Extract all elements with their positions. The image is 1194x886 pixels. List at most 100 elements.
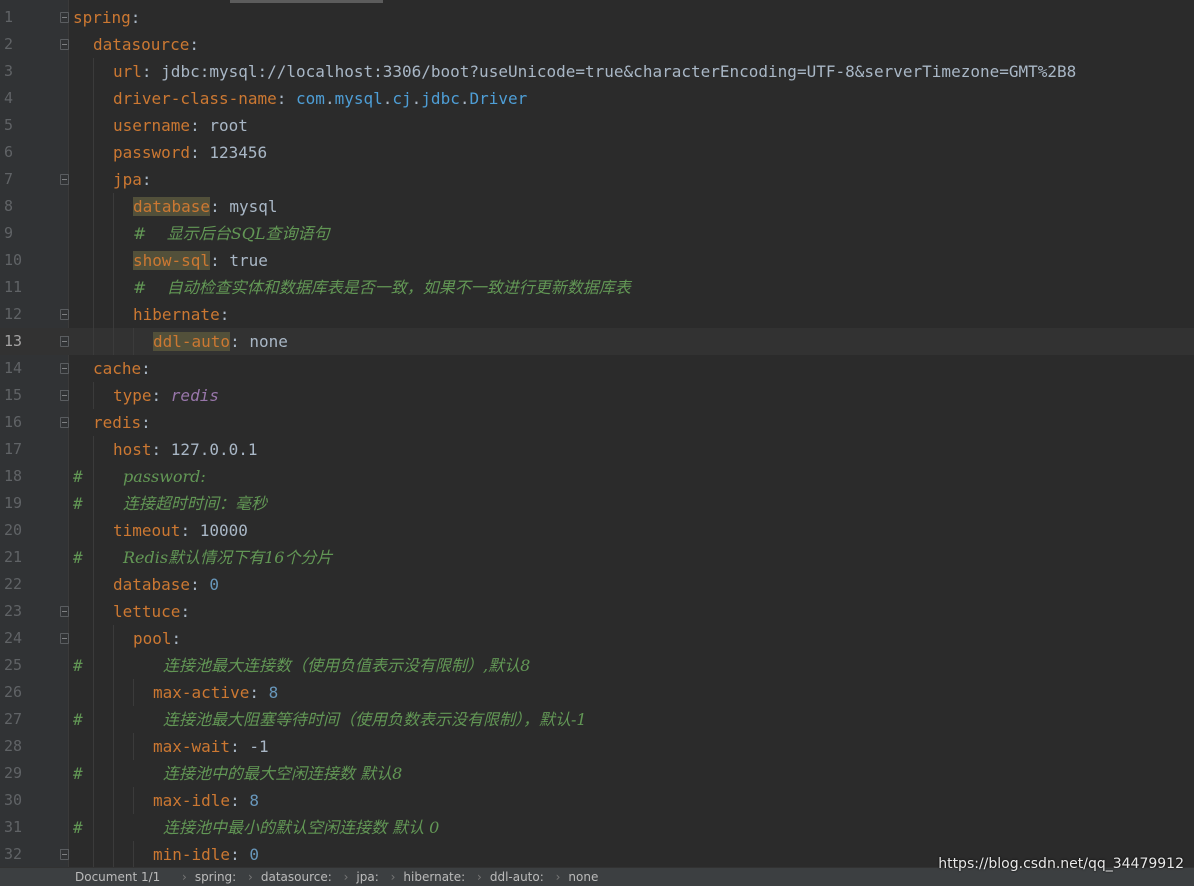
yaml-key: spring	[73, 8, 131, 27]
yaml-value: :	[180, 602, 191, 621]
breadcrumb-item[interactable]: none	[568, 870, 598, 884]
code-line[interactable]: 25 # 连接池最大连接数（使用负值表示没有限制）,默认8	[0, 652, 1194, 679]
horizontal-scroll-thumb[interactable]	[230, 0, 383, 3]
yaml-colon: :	[230, 845, 250, 864]
code-line[interactable]: 5 username: root	[0, 112, 1194, 139]
code-line-current[interactable]: 13 ddl-auto: none	[0, 328, 1194, 355]
line-number: 10	[4, 251, 23, 269]
code-line[interactable]: 6 password: 123456	[0, 139, 1194, 166]
indent-guide	[93, 544, 94, 571]
breadcrumb-item[interactable]: datasource:	[261, 870, 332, 884]
indent-guide	[133, 733, 134, 760]
indent-guide	[133, 328, 134, 355]
yaml-key: username	[113, 116, 191, 135]
line-number: 24	[4, 629, 23, 647]
line-number: 21	[4, 548, 23, 566]
code-line[interactable]: 15 type: redis	[0, 382, 1194, 409]
code-line[interactable]: 19 # 连接超时时间：毫秒	[0, 490, 1194, 517]
code-line[interactable]: 18 # password:	[0, 463, 1194, 490]
indent-guide	[113, 193, 114, 220]
yaml-value: :	[141, 359, 151, 378]
package-segment: mysql	[334, 89, 383, 108]
yaml-key: database	[113, 575, 191, 594]
code-line[interactable]: 12 hibernate:	[0, 301, 1194, 328]
package-dot: .	[411, 89, 422, 108]
code-line[interactable]: 1 spring:	[0, 4, 1194, 31]
fold-collapse-icon[interactable]	[60, 417, 69, 428]
code-line[interactable]: 3 url: jdbc:mysql://localhost:3306/boot?…	[0, 58, 1194, 85]
chevron-right-icon: ›	[390, 870, 396, 884]
comment-hash: #	[73, 710, 83, 729]
code-line[interactable]: 26 max-active: 8	[0, 679, 1194, 706]
yaml-editor[interactable]: 1 spring: 2 datasource: 3 url: jdbc:mysq…	[0, 0, 1194, 867]
code-line[interactable]: 14 cache:	[0, 355, 1194, 382]
code-line[interactable]: 2 datasource:	[0, 31, 1194, 58]
line-number: 18	[4, 467, 23, 485]
fold-collapse-icon[interactable]	[60, 39, 69, 50]
code-line[interactable]: 16 redis:	[0, 409, 1194, 436]
breadcrumb-item[interactable]: ddl-auto:	[490, 870, 544, 884]
code-line[interactable]: 27 # 连接池最大阻塞等待时间（使用负数表示没有限制），默认-1	[0, 706, 1194, 733]
code-line[interactable]: 24 pool:	[0, 625, 1194, 652]
indent-guide	[113, 274, 114, 301]
indent-guide	[93, 733, 94, 760]
fold-collapse-icon[interactable]	[60, 363, 69, 374]
indent-guide	[113, 652, 114, 679]
code-line[interactable]: 31 # 连接池中最小的默认空闲连接数 默认 0	[0, 814, 1194, 841]
fold-end-icon[interactable]	[60, 336, 69, 347]
code-line[interactable]: 21 # Redis默认情况下有16个分片	[0, 544, 1194, 571]
breadcrumb-item[interactable]: jpa:	[356, 870, 378, 884]
indent-guide	[113, 814, 114, 841]
code-line[interactable]: 9 # 显示后台SQL查询语句	[0, 220, 1194, 247]
code-line[interactable]: 30 max-idle: 8	[0, 787, 1194, 814]
fold-collapse-icon[interactable]	[60, 309, 69, 320]
fold-end-icon[interactable]	[60, 390, 69, 401]
comment-hash: #	[73, 467, 83, 486]
indent-guide	[133, 679, 134, 706]
code-line[interactable]: 17 host: 127.0.0.1	[0, 436, 1194, 463]
chevron-right-icon: ›	[555, 870, 561, 884]
code-line[interactable]: 29 # 连接池中的最大空闲连接数 默认8	[0, 760, 1194, 787]
code-line[interactable]: 10 show-sql: true	[0, 247, 1194, 274]
line-number: 19	[4, 494, 23, 512]
code-line[interactable]: 20 timeout: 10000	[0, 517, 1194, 544]
breadcrumb-item[interactable]: hibernate:	[403, 870, 465, 884]
yaml-key-highlighted: database	[133, 197, 211, 216]
line-number: 11	[4, 278, 23, 296]
line-number: 5	[4, 116, 14, 134]
yaml-value: 0	[249, 845, 259, 864]
document-counter[interactable]: Document 1/1	[75, 870, 160, 884]
line-number: 29	[4, 764, 23, 782]
indent-guide	[113, 679, 114, 706]
fold-collapse-icon[interactable]	[60, 12, 69, 23]
indent-guide	[93, 85, 94, 112]
breadcrumb: › spring: › datasource: › jpa: › hibernate: …	[174, 870, 598, 884]
package-segment: com	[296, 89, 325, 108]
indent-guide	[93, 787, 94, 814]
comment-hash: #	[73, 818, 83, 837]
fold-collapse-icon[interactable]	[60, 606, 69, 617]
yaml-value: 8	[268, 683, 279, 702]
class-name: Driver	[469, 89, 528, 108]
line-number: 31	[4, 818, 23, 836]
fold-collapse-icon[interactable]	[60, 174, 69, 185]
fold-end-icon[interactable]	[60, 849, 69, 860]
indent-guide	[93, 760, 94, 787]
code-line[interactable]: 28 max-wait: -1	[0, 733, 1194, 760]
code-line[interactable]: 11 # 自动检查实体和数据库表是否一致，如果不一致进行更新数据库表	[0, 274, 1194, 301]
code-line[interactable]: 7 jpa:	[0, 166, 1194, 193]
fold-collapse-icon[interactable]	[60, 633, 69, 644]
yaml-colon: :	[190, 575, 210, 594]
line-number: 9	[4, 224, 14, 242]
code-line[interactable]: 23 lettuce:	[0, 598, 1194, 625]
line-number: 23	[4, 602, 23, 620]
yaml-key: max-active	[153, 683, 250, 702]
breadcrumb-item[interactable]: spring:	[195, 870, 236, 884]
indent-guide	[93, 112, 94, 139]
indent-guide	[93, 328, 94, 355]
code-line[interactable]: 4 driver-class-name: com.mysql.cj.jdbc.D…	[0, 85, 1194, 112]
code-line[interactable]: 22 database: 0	[0, 571, 1194, 598]
indent-guide	[93, 247, 94, 274]
yaml-key: datasource	[93, 35, 190, 54]
code-line[interactable]: 8 database: mysql	[0, 193, 1194, 220]
